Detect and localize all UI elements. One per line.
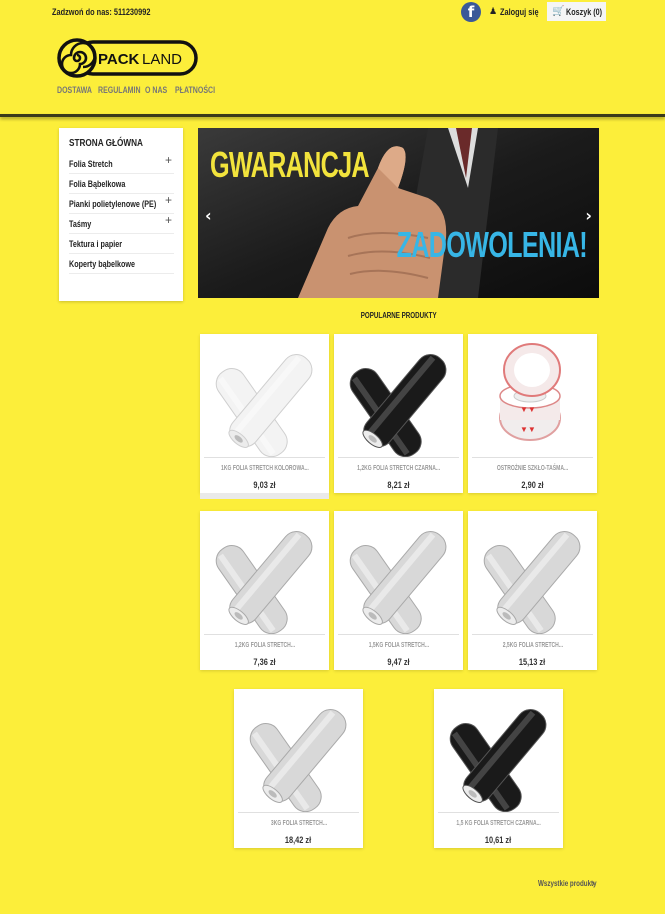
product-name[interactable]: 1,5KG FOLIA STRETCH... [334, 642, 463, 649]
section-title: POPULARNE PRODUKTY [360, 311, 437, 320]
sidebar-item-folia-babelkowa[interactable]: Folia Bąbelkowa [69, 174, 174, 194]
hero-slider[interactable]: GWARANCJA ZADOWOLENIA! ‹ › [198, 128, 599, 298]
nav-platnosci[interactable]: PŁATNOŚCI [175, 85, 215, 95]
divider [472, 634, 593, 635]
product-card[interactable]: ▼▼ ▼▼ OSTROŻNIE SZKŁO-TAŚMA... 2,90 zł [468, 334, 597, 493]
product-image[interactable] [434, 689, 563, 813]
nav-o-nas[interactable]: O NAS [145, 85, 167, 95]
expand-plus-icon[interactable]: + [165, 150, 172, 170]
logo-text-land: LAND [142, 51, 182, 68]
product-image[interactable]: ▼▼ ▼▼ [468, 334, 597, 458]
product-name[interactable]: 1,2KG FOLIA STRETCH... [200, 642, 329, 649]
divider [204, 634, 325, 635]
product-image[interactable] [234, 689, 363, 813]
product-name[interactable]: 2,5KG FOLIA STRETCH... [468, 642, 597, 649]
product-price: 10,61 zł [485, 835, 512, 845]
slider-next-icon[interactable]: › [585, 206, 592, 225]
divider [338, 457, 459, 458]
cart-icon: 🛒 [552, 6, 565, 17]
product-card[interactable]: 2,5KG FOLIA STRETCH... 15,13 zł [468, 511, 597, 670]
sidebar-item-folia-stretch[interactable]: Folia Stretch + [69, 153, 174, 174]
product-image[interactable] [334, 511, 463, 635]
product-image[interactable] [334, 334, 463, 458]
cart-button[interactable]: 🛒 Koszyk (0) [547, 2, 606, 21]
sidebar-item-label: Tektura i papier [69, 239, 123, 249]
phone-label: Zadzwoń do nas: [52, 7, 112, 17]
nav-regulamin[interactable]: REGULAMIN [98, 85, 141, 95]
all-products-link[interactable]: Wszystkie produkty › [538, 878, 613, 888]
product-name[interactable]: 1KG FOLIA STRETCH KOLOROWA... [200, 465, 329, 472]
product-price: 9,03 zł [253, 480, 276, 490]
sidebar-item-label: Folia Bąbelkowa [69, 179, 126, 189]
product-price: 9,47 zł [387, 657, 410, 667]
slider-prev-icon[interactable]: ‹ [205, 206, 212, 225]
sidebar-item-label: Taśmy [69, 219, 92, 229]
sidebar-title[interactable]: STRONA GŁÓWNA [69, 138, 155, 154]
sidebar-item-tektura[interactable]: Tektura i papier [69, 234, 174, 254]
user-icon: ♟ [489, 6, 498, 16]
product-price: 2,90 zł [521, 480, 544, 490]
sidebar-item-label: Folia Stretch [69, 159, 113, 169]
sidebar-item-label: Pianki polietylenowe (PE) [69, 199, 157, 209]
product-name[interactable]: OSTROŻNIE SZKŁO-TAŚMA... [468, 465, 597, 472]
product-name[interactable]: 3KG FOLIA STRETCH... [234, 820, 363, 827]
product-card[interactable]: 1KG FOLIA STRETCH KOLOROWA... 9,03 zł [200, 334, 329, 499]
divider [472, 457, 593, 458]
divider [238, 812, 359, 813]
product-card[interactable]: 1,2KG FOLIA STRETCH CZARNA... 8,21 zł [334, 334, 463, 493]
facebook-icon[interactable]: f [461, 2, 481, 22]
divider [338, 634, 459, 635]
banner-headline-1: GWARANCJA [210, 144, 370, 185]
product-image[interactable] [200, 334, 329, 458]
expand-plus-icon[interactable]: + [165, 210, 172, 230]
sidebar-item-koperty[interactable]: Koperty bąbelkowe [69, 254, 174, 274]
product-card[interactable]: 1,5 KG FOLIA STRETCH CZARNA... 10,61 zł [434, 689, 563, 848]
divider [204, 457, 325, 458]
product-card[interactable]: 1,2KG FOLIA STRETCH... 7,36 zł [200, 511, 329, 670]
chevron-right-icon: › [592, 878, 595, 888]
sidebar-item-tasmy[interactable]: Taśmy + [69, 213, 174, 234]
product-card[interactable]: 1,5KG FOLIA STRETCH... 9,47 zł [334, 511, 463, 670]
product-price: 8,21 zł [387, 480, 410, 490]
sidebar-item-pianki[interactable]: Pianki polietylenowe (PE) + [69, 193, 174, 214]
packland-logo[interactable]: PACK LAND [57, 38, 198, 78]
expand-plus-icon[interactable]: + [165, 190, 172, 210]
phone-number[interactable]: 511230992 [114, 7, 151, 17]
banner-headline-2: ZADOWOLENIA! [396, 224, 588, 265]
product-price: 18,42 zł [285, 835, 312, 845]
product-image[interactable] [468, 511, 597, 635]
header-divider [0, 114, 665, 117]
product-name[interactable]: 1,5 KG FOLIA STRETCH CZARNA... [434, 820, 563, 827]
cart-label: Koszyk [566, 6, 592, 17]
category-sidebar: STRONA GŁÓWNA Folia Stretch + Folia Bąbe… [59, 128, 183, 301]
login-label: Zaloguj się [500, 6, 539, 17]
product-card[interactable]: 3KG FOLIA STRETCH... 18,42 zł [234, 689, 363, 848]
svg-text:▼▼: ▼▼ [520, 405, 536, 414]
top-bar: Zadzwoń do nas: 511230992 f ♟ Zaloguj si… [0, 0, 665, 24]
sidebar-item-label: Koperty bąbelkowe [69, 259, 136, 269]
cart-count: (0) [593, 6, 603, 17]
divider [438, 812, 559, 813]
product-image[interactable] [200, 511, 329, 635]
product-price: 7,36 zł [253, 657, 276, 667]
svg-text:▼▼: ▼▼ [520, 425, 536, 434]
login-link[interactable]: ♟ Zaloguj się [489, 6, 547, 17]
product-price: 15,13 zł [519, 657, 546, 667]
nav-dostawa[interactable]: DOSTAWA [57, 85, 92, 95]
product-name[interactable]: 1,2KG FOLIA STRETCH CZARNA... [334, 465, 463, 472]
logo-text-pack: PACK [98, 51, 140, 68]
phone-contact: Zadzwoń do nas: 511230992 [52, 7, 150, 17]
